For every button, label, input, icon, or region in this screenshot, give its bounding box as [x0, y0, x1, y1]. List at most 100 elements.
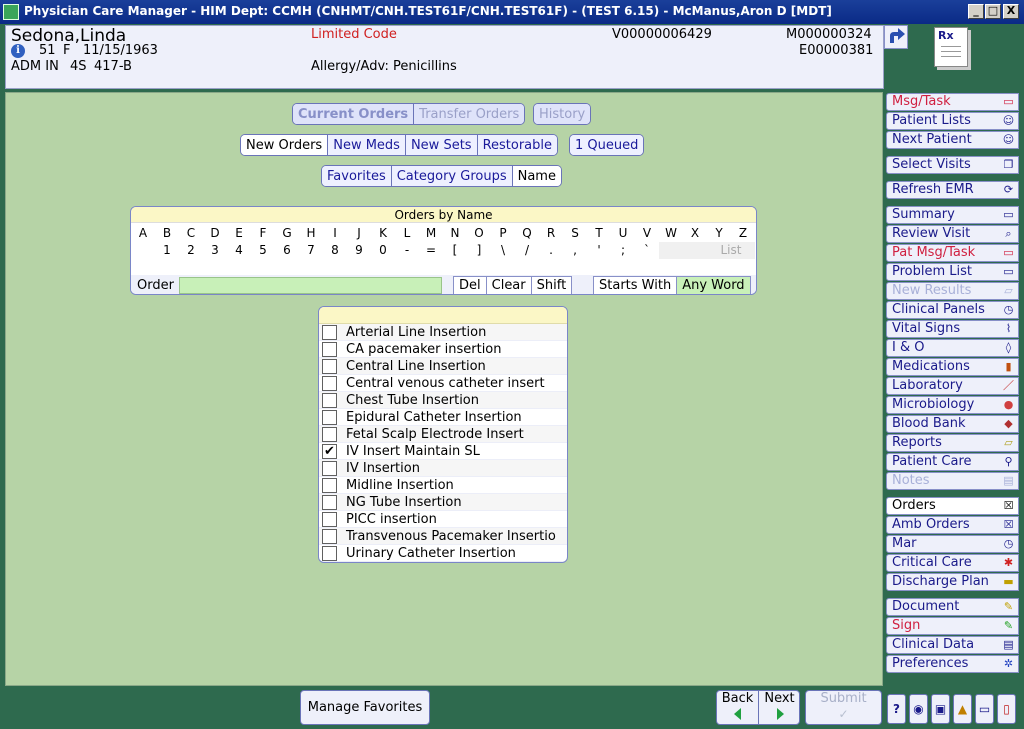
key-comma[interactable]: ,: [563, 242, 587, 259]
nav-io[interactable]: I & O ◊: [886, 339, 1019, 357]
starts-with-button[interactable]: Starts With: [594, 277, 678, 294]
list-item[interactable]: Chest Tube Insertion: [319, 392, 567, 409]
nav-patient-lists[interactable]: Patient Lists ☺: [886, 112, 1019, 130]
nav-microbiology[interactable]: Microbiology ●: [886, 396, 1019, 414]
order-checkbox[interactable]: [322, 359, 337, 374]
key-f[interactable]: F: [251, 225, 275, 242]
nav-pat-msg-task[interactable]: Pat Msg/Task ▭: [886, 244, 1019, 262]
nav-refresh-emr[interactable]: Refresh EMR ⟳: [886, 181, 1019, 199]
key-w[interactable]: W: [659, 225, 683, 242]
list-item[interactable]: Urinary Catheter Insertion: [319, 545, 567, 562]
nav-summary[interactable]: Summary ▭: [886, 206, 1019, 224]
list-item[interactable]: PICC insertion: [319, 511, 567, 528]
nav-discharge-plan[interactable]: Discharge Plan ▬: [886, 573, 1019, 591]
list-item[interactable]: Epidural Catheter Insertion: [319, 409, 567, 426]
info-icon[interactable]: i: [11, 44, 25, 58]
key-4[interactable]: 4: [227, 242, 251, 259]
nav-laboratory[interactable]: Laboratory ／: [886, 377, 1019, 395]
nav-review-visit[interactable]: Review Visit ⌕: [886, 225, 1019, 243]
key-s[interactable]: S: [563, 225, 587, 242]
key-equals[interactable]: =: [419, 242, 443, 259]
key-v[interactable]: V: [635, 225, 659, 242]
nav-next-patient[interactable]: Next Patient ☺: [886, 131, 1019, 149]
order-checkbox[interactable]: [322, 427, 337, 442]
key-t[interactable]: T: [587, 225, 611, 242]
tab-restorable[interactable]: Restorable: [477, 135, 558, 155]
nav-sign[interactable]: Sign ✎: [886, 617, 1019, 635]
key-l[interactable]: L: [395, 225, 419, 242]
tab-new-orders[interactable]: New Orders: [241, 135, 329, 155]
nav-reports[interactable]: Reports ▱: [886, 434, 1019, 452]
order-checkbox[interactable]: [322, 393, 337, 408]
key-lbracket[interactable]: [: [443, 242, 467, 259]
nav-blood-bank[interactable]: Blood Bank ◆: [886, 415, 1019, 433]
key-r[interactable]: R: [539, 225, 563, 242]
key-2[interactable]: 2: [179, 242, 203, 259]
order-checkbox[interactable]: [322, 410, 337, 425]
key-u[interactable]: U: [611, 225, 635, 242]
order-checkbox[interactable]: [322, 376, 337, 391]
nav-medications[interactable]: Medications ▮: [886, 358, 1019, 376]
key-y[interactable]: Y: [707, 225, 731, 242]
nav-msg-task[interactable]: Msg/Task ▭: [886, 93, 1019, 111]
del-button[interactable]: Del: [454, 277, 487, 294]
key-o[interactable]: O: [467, 225, 491, 242]
globe-icon[interactable]: ◉: [909, 694, 928, 724]
key-backtick[interactable]: `: [635, 242, 659, 259]
nav-amb-orders[interactable]: Amb Orders ☒: [886, 516, 1019, 534]
order-checkbox[interactable]: [322, 546, 337, 561]
key-e[interactable]: E: [227, 225, 251, 242]
back-button[interactable]: Back: [717, 691, 759, 724]
key-k[interactable]: K: [371, 225, 395, 242]
key-n[interactable]: N: [443, 225, 467, 242]
tab-new-sets[interactable]: New Sets: [405, 135, 478, 155]
list-item[interactable]: Fetal Scalp Electrode Insert: [319, 426, 567, 443]
key-p[interactable]: P: [491, 225, 515, 242]
prescription-icon[interactable]: Rx: [934, 27, 968, 67]
queued-button[interactable]: 1 Queued: [570, 135, 644, 155]
submit-button[interactable]: Submit ✓: [805, 690, 882, 725]
lock-icon[interactable]: ▲: [953, 694, 972, 724]
key-h[interactable]: H: [299, 225, 323, 242]
key-x[interactable]: X: [683, 225, 707, 242]
tab-new-meds[interactable]: New Meds: [328, 135, 406, 155]
tab-category-groups[interactable]: Category Groups: [391, 166, 513, 186]
key-3[interactable]: 3: [203, 242, 227, 259]
nav-critical-care[interactable]: Critical Care ✱: [886, 554, 1019, 572]
nav-mar[interactable]: Mar ◷: [886, 535, 1019, 553]
exit-icon[interactable]: ▯: [997, 694, 1016, 724]
nav-clinical-data[interactable]: Clinical Data ▤: [886, 636, 1019, 654]
list-key[interactable]: List: [707, 242, 755, 259]
tab-transfer-orders[interactable]: Transfer Orders: [414, 104, 525, 124]
nav-notes[interactable]: Notes ▤: [886, 472, 1019, 490]
key-q[interactable]: Q: [515, 225, 539, 242]
nav-problem-list[interactable]: Problem List ▭: [886, 263, 1019, 281]
nav-new-results[interactable]: New Results ▱: [886, 282, 1019, 300]
nav-preferences[interactable]: Preferences ✲: [886, 655, 1019, 673]
manage-favorites-button[interactable]: Manage Favorites: [300, 690, 430, 725]
nav-patient-care[interactable]: Patient Care ⚲: [886, 453, 1019, 471]
key-minus[interactable]: -: [395, 242, 419, 259]
key-9[interactable]: 9: [347, 242, 371, 259]
nav-vital-signs[interactable]: Vital Signs ⌇: [886, 320, 1019, 338]
list-item[interactable]: Transvenous Pacemaker Insertio: [319, 528, 567, 545]
key-c[interactable]: C: [179, 225, 203, 242]
clear-button[interactable]: Clear: [487, 277, 532, 294]
minimize-button[interactable]: _: [968, 4, 984, 19]
printer-icon[interactable]: ▣: [931, 694, 950, 724]
list-item[interactable]: Midline Insertion: [319, 477, 567, 494]
shift-button[interactable]: Shift: [532, 277, 572, 294]
key-m[interactable]: M: [419, 225, 443, 242]
key-g[interactable]: G: [275, 225, 299, 242]
list-item[interactable]: Central venous catheter insert: [319, 375, 567, 392]
key-semicolon[interactable]: ;: [611, 242, 635, 259]
list-item[interactable]: NG Tube Insertion: [319, 494, 567, 511]
tab-history[interactable]: History: [534, 104, 591, 124]
order-checkbox[interactable]: [322, 495, 337, 510]
order-checkbox[interactable]: [322, 461, 337, 476]
order-checkbox[interactable]: [322, 325, 337, 340]
close-button[interactable]: X: [1003, 4, 1019, 19]
arrow-icon[interactable]: [884, 25, 908, 49]
key-apostrophe[interactable]: ': [587, 242, 611, 259]
key-z[interactable]: Z: [731, 225, 755, 242]
